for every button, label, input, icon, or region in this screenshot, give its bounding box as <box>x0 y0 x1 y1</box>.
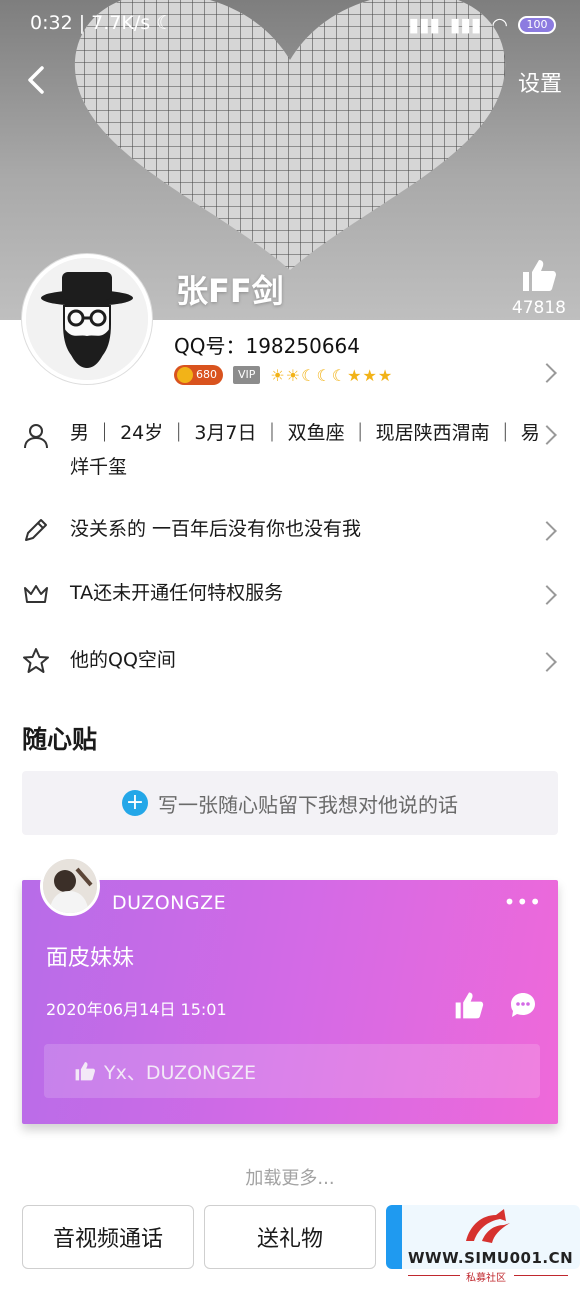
chevron-right-icon <box>537 363 557 383</box>
write-note-placeholder: 写一张随心贴留下我想对他说的话 <box>158 792 458 817</box>
author-photo <box>43 859 97 913</box>
status-time: 0:32 | 7.7K/s ☾ <box>30 12 174 34</box>
profile-name: 张FF剑 <box>176 272 284 310</box>
watermark-logo-icon <box>466 1209 510 1243</box>
qq-number: QQ号：198250664 <box>174 334 361 358</box>
plus-icon: + <box>122 790 148 816</box>
chevron-right-icon <box>537 425 557 445</box>
watermark-divider <box>408 1275 460 1276</box>
write-note-button[interactable]: + 写一张随心贴留下我想对他说的话 <box>22 771 558 835</box>
pencil-icon <box>25 519 47 541</box>
back-arrow-icon[interactable] <box>20 62 56 98</box>
wifi-icon: ◠ <box>491 14 508 36</box>
note-author-name[interactable]: DUZONGZE <box>112 892 226 914</box>
hipster-avatar-icon <box>26 258 148 380</box>
section-title: 随心贴 <box>22 725 98 754</box>
note-card[interactable]: DUZONGZE ••• 面皮妹妹 2020年06月14日 15:01 Yx、D… <box>22 856 558 1124</box>
thumbs-up-icon <box>75 1062 95 1081</box>
level-icons: ☀☀☾☾☾★★★ <box>270 365 394 385</box>
vip-badge: VIP <box>233 366 261 384</box>
privilege-text: TA还未开通任何特权服务 <box>70 582 284 604</box>
chevron-right-icon <box>537 521 557 541</box>
signal-icon: ▮▮▮ <box>408 14 441 36</box>
person-icon <box>24 424 48 449</box>
battery-icon: 100 <box>518 16 556 34</box>
qzone-text: 他的QQ空间 <box>70 649 176 671</box>
settings-button[interactable]: 设置 <box>518 66 562 98</box>
chevron-right-icon <box>537 652 557 672</box>
info-row-basic[interactable]: 男 ｜ 24岁 ｜ 3月7日 ｜ 双鱼座 ｜ 现居陕西渭南 ｜ 易烊千玺 <box>0 416 580 486</box>
watermark-site: WWW.SIMU001.CN <box>408 1249 574 1267</box>
note-likers-bar[interactable]: Yx、DUZONGZE <box>44 1044 540 1098</box>
video-call-button[interactable]: 音视频通话 <box>22 1205 194 1269</box>
info-row-signature[interactable]: 没关系的 一百年后没有你也没有我 <box>0 512 580 552</box>
note-author-avatar[interactable] <box>40 856 100 916</box>
signal-icon: ▮▮▮ <box>450 14 482 36</box>
note-message: 面皮妹妹 <box>46 946 135 971</box>
watermark-divider <box>514 1275 568 1276</box>
note-date: 2020年06月14日 15:01 <box>46 1000 227 1019</box>
like-count: 47818 <box>511 298 566 318</box>
info-basic-text: 男 ｜ 24岁 ｜ 3月7日 ｜ 双鱼座 ｜ 现居陕西渭南 ｜ 易烊千玺 <box>70 422 540 478</box>
send-gift-button[interactable]: 送礼物 <box>204 1205 376 1269</box>
badge-row[interactable]: 680 VIP ☀☀☾☾☾★★★ <box>174 365 393 385</box>
star-icon <box>23 648 49 673</box>
status-bar: 0:32 | 7.7K/s ☾ ▮▮▮ ▮▮▮ ◠ 100 <box>0 0 580 50</box>
signature-text: 没关系的 一百年后没有你也没有我 <box>70 518 362 540</box>
info-row-privilege[interactable]: TA还未开通任何特权服务 <box>0 576 580 616</box>
info-row-qzone[interactable]: 他的QQ空间 <box>0 643 580 683</box>
note-likers-text: Yx、DUZONGZE <box>104 1061 256 1084</box>
comment-icon[interactable] <box>508 990 538 1020</box>
thumbs-up-icon <box>522 260 556 291</box>
avatar[interactable] <box>22 254 152 384</box>
site-watermark: WWW.SIMU001.CN 私募社区 <box>402 1205 580 1285</box>
chevron-right-icon <box>537 585 557 605</box>
coin-badge: 680 <box>174 365 223 385</box>
watermark-subtitle: 私募社区 <box>466 1273 506 1284</box>
thumbs-up-icon[interactable] <box>454 990 484 1020</box>
load-more-link[interactable]: 加载更多... <box>0 1164 580 1190</box>
like-counter[interactable]: 47818 <box>512 258 566 318</box>
crown-icon <box>24 585 48 603</box>
more-options-icon[interactable]: ••• <box>504 890 542 914</box>
